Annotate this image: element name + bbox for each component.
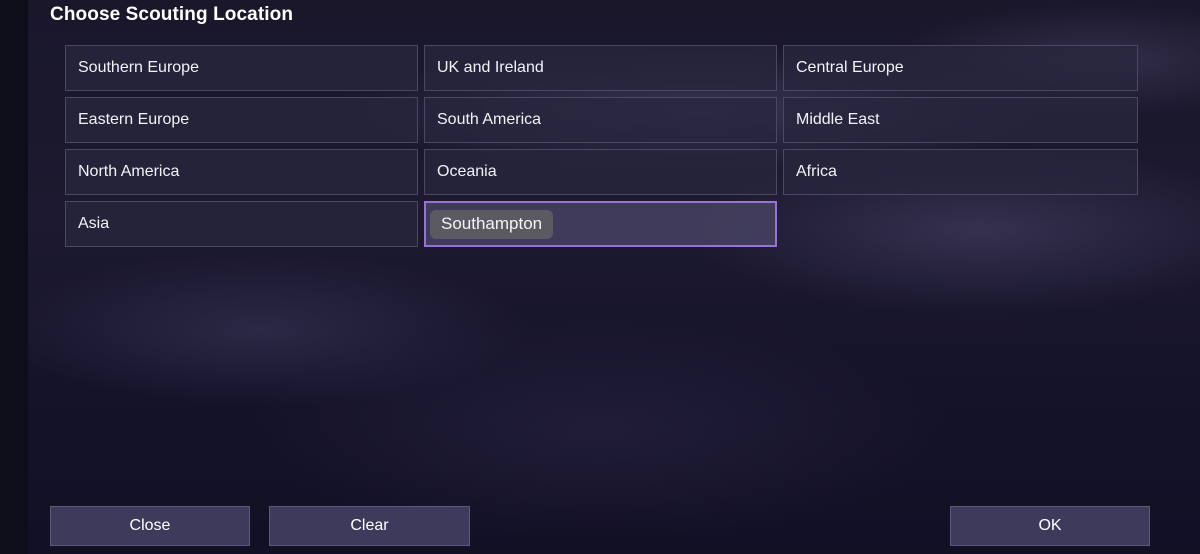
location-grid: Southern Europe UK and Ireland Central E… [65, 45, 1138, 247]
dialog-title: Choose Scouting Location [50, 4, 294, 25]
location-central-europe[interactable]: Central Europe [783, 45, 1138, 91]
background-left-edge [0, 0, 28, 554]
location-north-america[interactable]: North America [65, 149, 418, 195]
location-search-field[interactable]: Southampton [424, 201, 777, 247]
location-uk-and-ireland[interactable]: UK and Ireland [424, 45, 777, 91]
search-value-chip[interactable]: Southampton [430, 209, 554, 239]
location-africa[interactable]: Africa [783, 149, 1138, 195]
location-eastern-europe[interactable]: Eastern Europe [65, 97, 418, 143]
ok-button[interactable]: OK [950, 506, 1150, 546]
location-asia[interactable]: Asia [65, 201, 418, 247]
location-oceania[interactable]: Oceania [424, 149, 777, 195]
location-southern-europe[interactable]: Southern Europe [65, 45, 418, 91]
close-button[interactable]: Close [50, 506, 250, 546]
clear-button[interactable]: Clear [269, 506, 470, 546]
location-south-america[interactable]: South America [424, 97, 777, 143]
location-middle-east[interactable]: Middle East [783, 97, 1138, 143]
